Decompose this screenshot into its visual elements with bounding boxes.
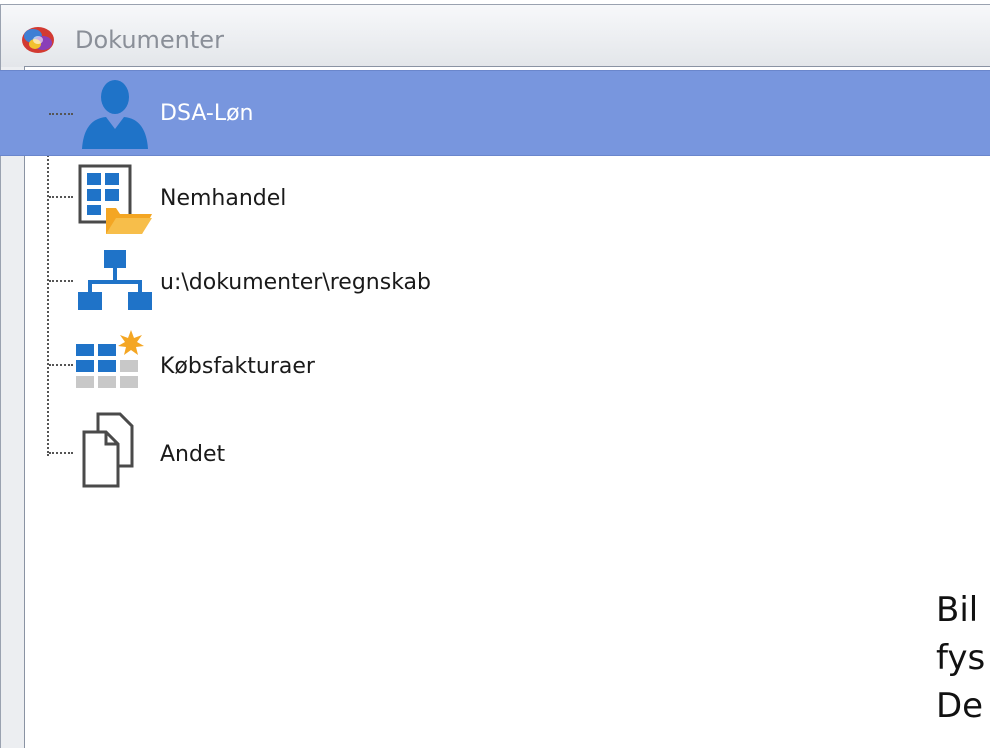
tree-item-label: Andet bbox=[160, 442, 226, 467]
side-text-line: fys bbox=[936, 638, 986, 678]
title-bar[interactable]: Dokumenter bbox=[1, 5, 990, 67]
tree-item-kobsfakturaer[interactable]: Købsfakturaer bbox=[0, 322, 990, 406]
tree-item-label: u:\dokumenter\regnskab bbox=[160, 270, 431, 295]
tree-connector bbox=[49, 452, 73, 454]
tree-item-label: Nemhandel bbox=[160, 186, 287, 211]
side-document-text: Bil fys De bbox=[936, 586, 985, 730]
folder-grid-icon bbox=[78, 164, 152, 234]
tree-item-regnskab-folder[interactable]: u:\dokumenter\regnskab bbox=[0, 238, 990, 322]
side-text-line: De bbox=[936, 686, 984, 726]
tree-connector bbox=[49, 196, 73, 198]
tree-connector bbox=[49, 364, 73, 366]
person-icon bbox=[82, 80, 148, 149]
tree-connector bbox=[49, 280, 73, 282]
page: Dokumenter DSA-Løn Nemhandel u:\dokument… bbox=[0, 0, 990, 748]
network-icon bbox=[78, 250, 152, 310]
tree-connector bbox=[49, 113, 73, 115]
tree-item-label: Købsfakturaer bbox=[160, 354, 315, 379]
tree-item-dsa-lon[interactable]: DSA-Løn bbox=[0, 70, 990, 156]
tree-item-andet[interactable]: Andet bbox=[0, 406, 990, 490]
window-title: Dokumenter bbox=[75, 26, 224, 54]
grid-star-icon bbox=[76, 330, 144, 388]
tree-item-label: DSA-Løn bbox=[160, 101, 254, 126]
app-logo-icon bbox=[22, 27, 54, 53]
documents-icon bbox=[82, 412, 134, 488]
side-text-line: Bil bbox=[936, 590, 979, 630]
tree-item-nemhandel[interactable]: Nemhandel bbox=[0, 154, 990, 238]
